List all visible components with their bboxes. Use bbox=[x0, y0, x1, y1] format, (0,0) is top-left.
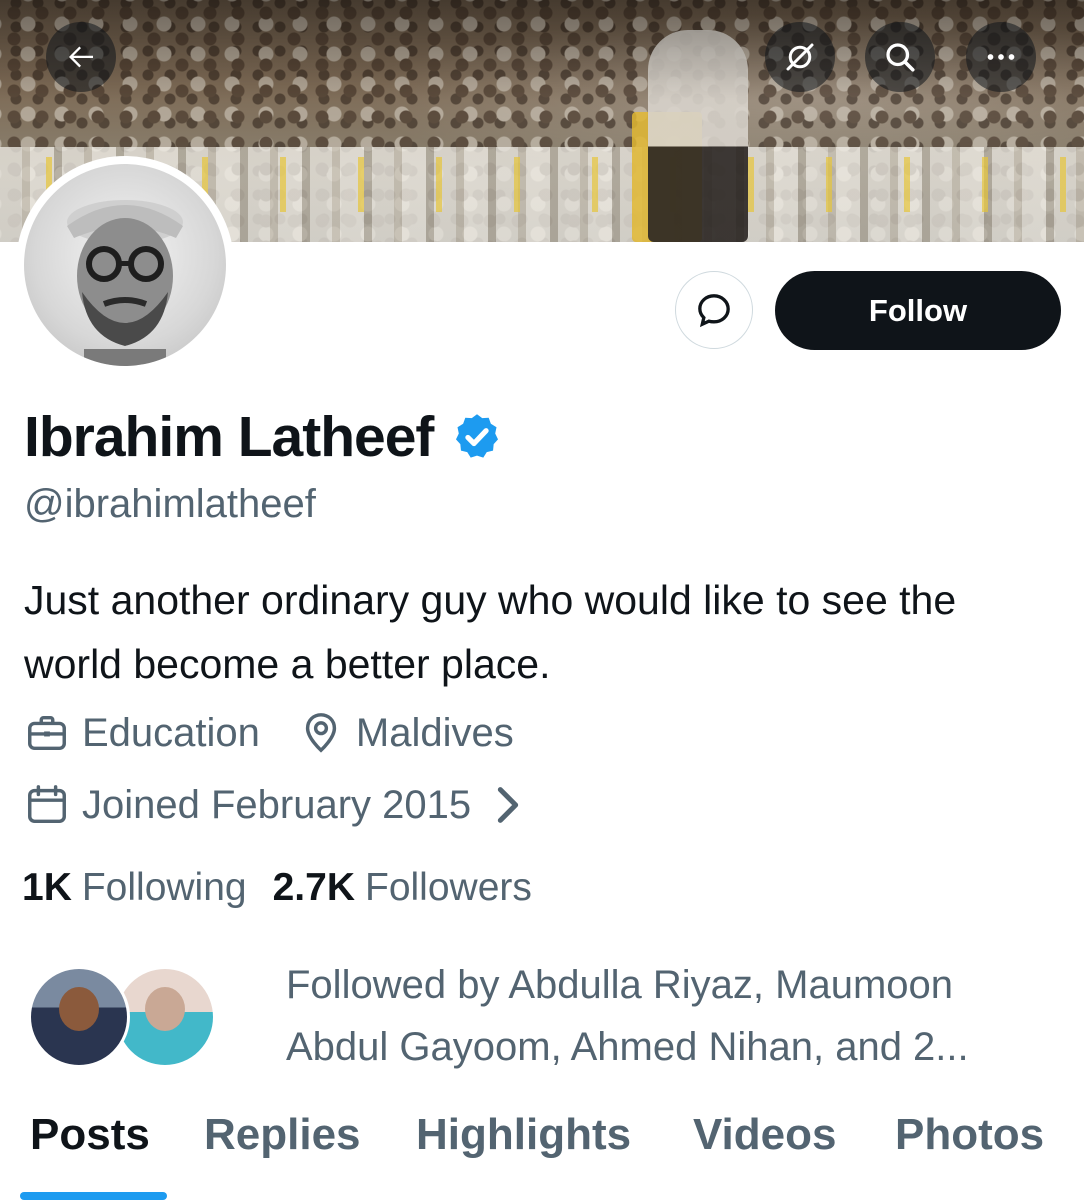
following-label: Following bbox=[81, 866, 247, 909]
verified-badge-icon[interactable] bbox=[451, 411, 503, 463]
calendar-icon bbox=[28, 785, 66, 824]
arrow-left-icon bbox=[69, 46, 93, 68]
profile-category: Education bbox=[82, 710, 260, 755]
profile-page: Follow Ibrahim Latheef @ibrahimlatheef J… bbox=[0, 0, 1084, 1200]
profile-meta-row: Education Maldives bbox=[24, 710, 514, 756]
avatar-photo bbox=[24, 164, 226, 366]
mutual-follower-avatars[interactable] bbox=[28, 966, 216, 1070]
more-button[interactable] bbox=[966, 22, 1036, 92]
chevron-right-icon bbox=[497, 787, 519, 823]
followers-label: Followers bbox=[365, 866, 532, 909]
search-button[interactable] bbox=[865, 22, 935, 92]
avatar-face bbox=[59, 987, 99, 1031]
grok-button[interactable] bbox=[765, 22, 835, 92]
profile-joined-date: Joined February 2015 bbox=[82, 782, 472, 827]
message-bubble-icon bbox=[698, 294, 730, 328]
profile-tabs: Posts Replies Highlights Videos Photos bbox=[0, 1110, 1084, 1200]
display-name: Ibrahim Latheef bbox=[24, 405, 434, 469]
follow-stats: 1K Following 2.7K Followers bbox=[22, 866, 532, 910]
joined-row[interactable]: Joined February 2015 bbox=[24, 782, 531, 828]
tab-replies[interactable]: Replies bbox=[204, 1110, 361, 1160]
profile-location: Maldives bbox=[355, 710, 514, 755]
mutual-follower-avatar bbox=[28, 966, 130, 1068]
grok-icon bbox=[786, 43, 814, 71]
following-link[interactable]: 1K Following bbox=[22, 866, 247, 910]
follow-button[interactable]: Follow bbox=[775, 271, 1061, 350]
tab-highlights[interactable]: Highlights bbox=[416, 1110, 631, 1160]
tab-photos[interactable]: Photos bbox=[895, 1110, 1044, 1160]
profile-handle: @ibrahimlatheef bbox=[24, 482, 316, 526]
followed-by-text[interactable]: Followed by Abdulla Riyaz, Maumoon Abdul… bbox=[286, 954, 1056, 1078]
profile-avatar[interactable] bbox=[16, 156, 234, 374]
avatar-portrait bbox=[67, 200, 183, 366]
location-pin-icon bbox=[305, 713, 337, 753]
followers-link[interactable]: 2.7K Followers bbox=[273, 866, 532, 910]
followers-count: 2.7K bbox=[272, 866, 355, 909]
briefcase-icon bbox=[28, 715, 66, 751]
tab-posts[interactable]: Posts bbox=[30, 1110, 150, 1160]
active-tab-indicator bbox=[20, 1192, 167, 1200]
tab-videos[interactable]: Videos bbox=[693, 1110, 836, 1160]
more-dots-icon bbox=[987, 54, 1015, 60]
message-button[interactable] bbox=[675, 271, 753, 349]
search-icon bbox=[886, 43, 915, 72]
name-row: Ibrahim Latheef bbox=[24, 404, 503, 470]
back-button[interactable] bbox=[46, 22, 116, 92]
avatar-face bbox=[145, 987, 185, 1031]
profile-bio: Just another ordinary guy who would like… bbox=[24, 577, 957, 687]
following-count: 1K bbox=[22, 866, 72, 909]
